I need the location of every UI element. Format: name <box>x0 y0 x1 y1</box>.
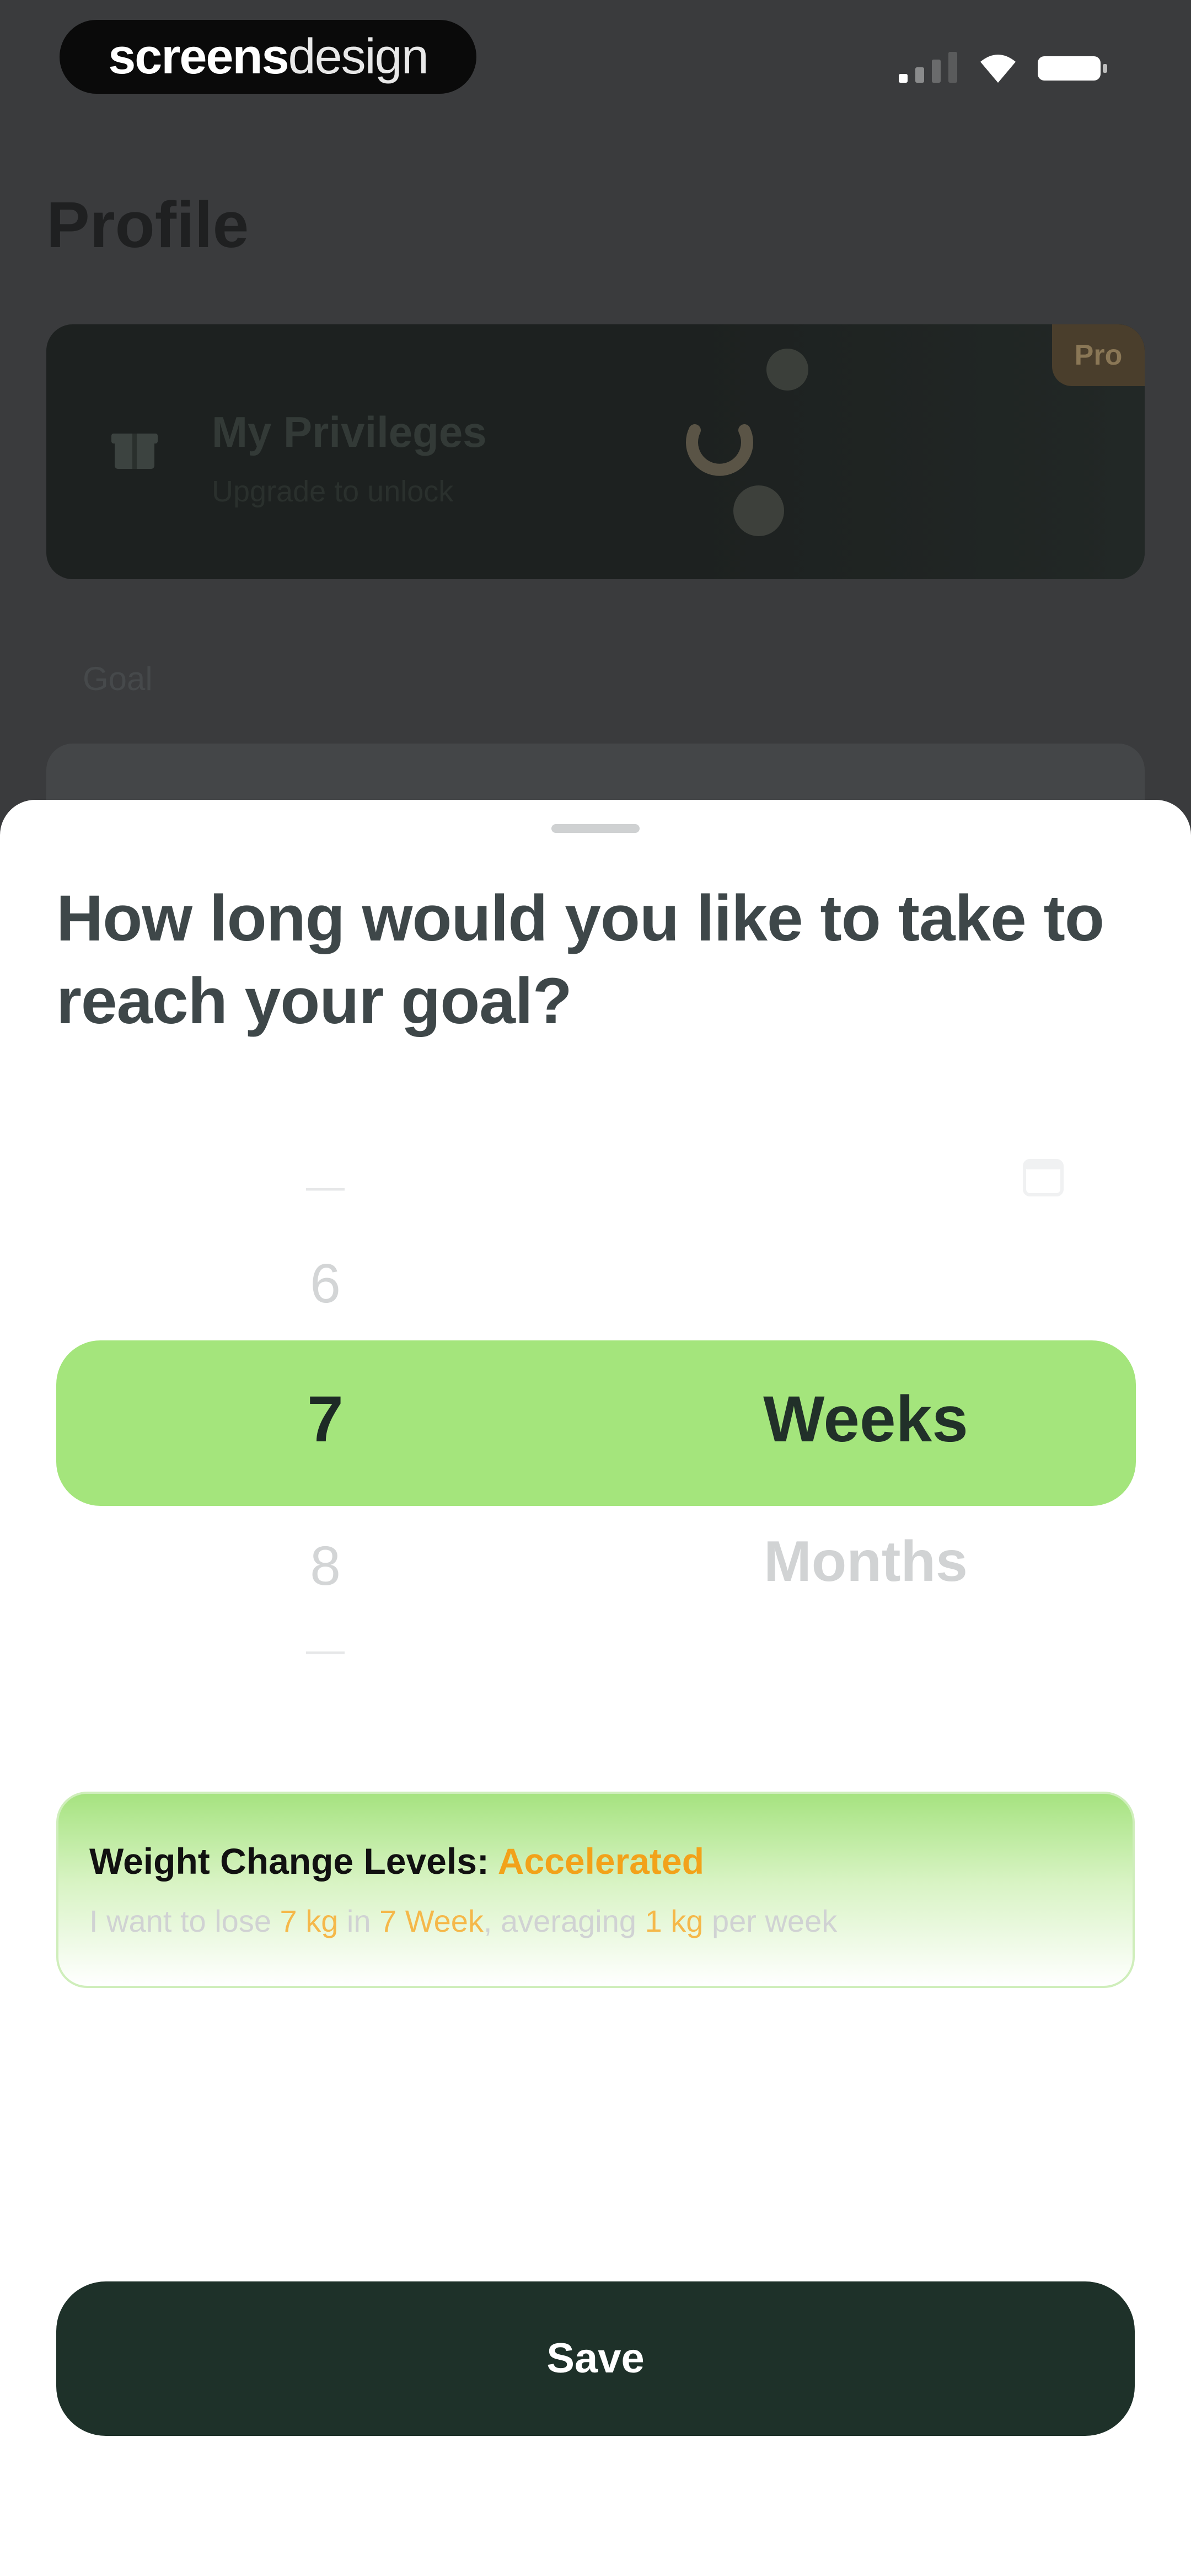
unit-option-selected[interactable]: Weeks <box>678 1382 1053 1457</box>
number-option[interactable]: — <box>270 1164 380 1208</box>
info-desc-text: I want to lose <box>89 1904 280 1938</box>
info-title-value: Accelerated <box>497 1841 705 1882</box>
number-option[interactable]: 6 <box>270 1252 380 1316</box>
weight-change-info-card <box>56 1792 1135 1988</box>
save-button[interactable]: Save <box>56 2281 1135 2436</box>
wifi-icon <box>980 55 1016 83</box>
info-desc-text: , averaging <box>483 1904 645 1938</box>
gift-icon <box>111 434 158 469</box>
number-option[interactable]: — <box>270 1627 380 1671</box>
info-desc-weight: 7 kg <box>280 1904 339 1938</box>
privileges-title: My Privileges <box>212 408 487 456</box>
info-desc-duration: 7 Week <box>379 1904 484 1938</box>
decorative-arc-icon <box>686 424 753 476</box>
number-option[interactable]: 8 <box>270 1535 380 1598</box>
brand-logo: screensdesign <box>60 20 476 94</box>
battery-icon <box>1038 56 1107 81</box>
sheet-drag-handle[interactable] <box>551 824 640 833</box>
sheet-title: How long would you like to take to reach… <box>56 882 1104 1038</box>
decorative-dot <box>733 485 784 536</box>
privileges-subtitle: Upgrade to unlock <box>212 475 454 508</box>
info-title-label: Weight Change Levels: <box>89 1841 489 1882</box>
info-desc-text: per week <box>703 1904 838 1938</box>
signal-icon <box>899 52 957 83</box>
decorative-dot <box>766 349 808 391</box>
page-title: Profile <box>46 189 249 261</box>
pro-badge: Pro <box>1052 324 1145 386</box>
info-desc-text: in <box>338 1904 380 1938</box>
number-option-selected[interactable]: 7 <box>270 1382 380 1457</box>
privileges-card[interactable]: Pro My Privileges Upgrade to unlock <box>46 324 1145 579</box>
info-title: Weight Change Levels: Accelerated <box>89 1840 704 1882</box>
info-desc-rate: 1 kg <box>645 1904 704 1938</box>
calendar-icon <box>1023 1159 1064 1196</box>
info-description: I want to lose 7 kg in 7 Week, averaging… <box>89 1903 837 1939</box>
unit-option[interactable]: Months <box>678 1529 1053 1595</box>
goal-label: Goal <box>83 660 153 697</box>
